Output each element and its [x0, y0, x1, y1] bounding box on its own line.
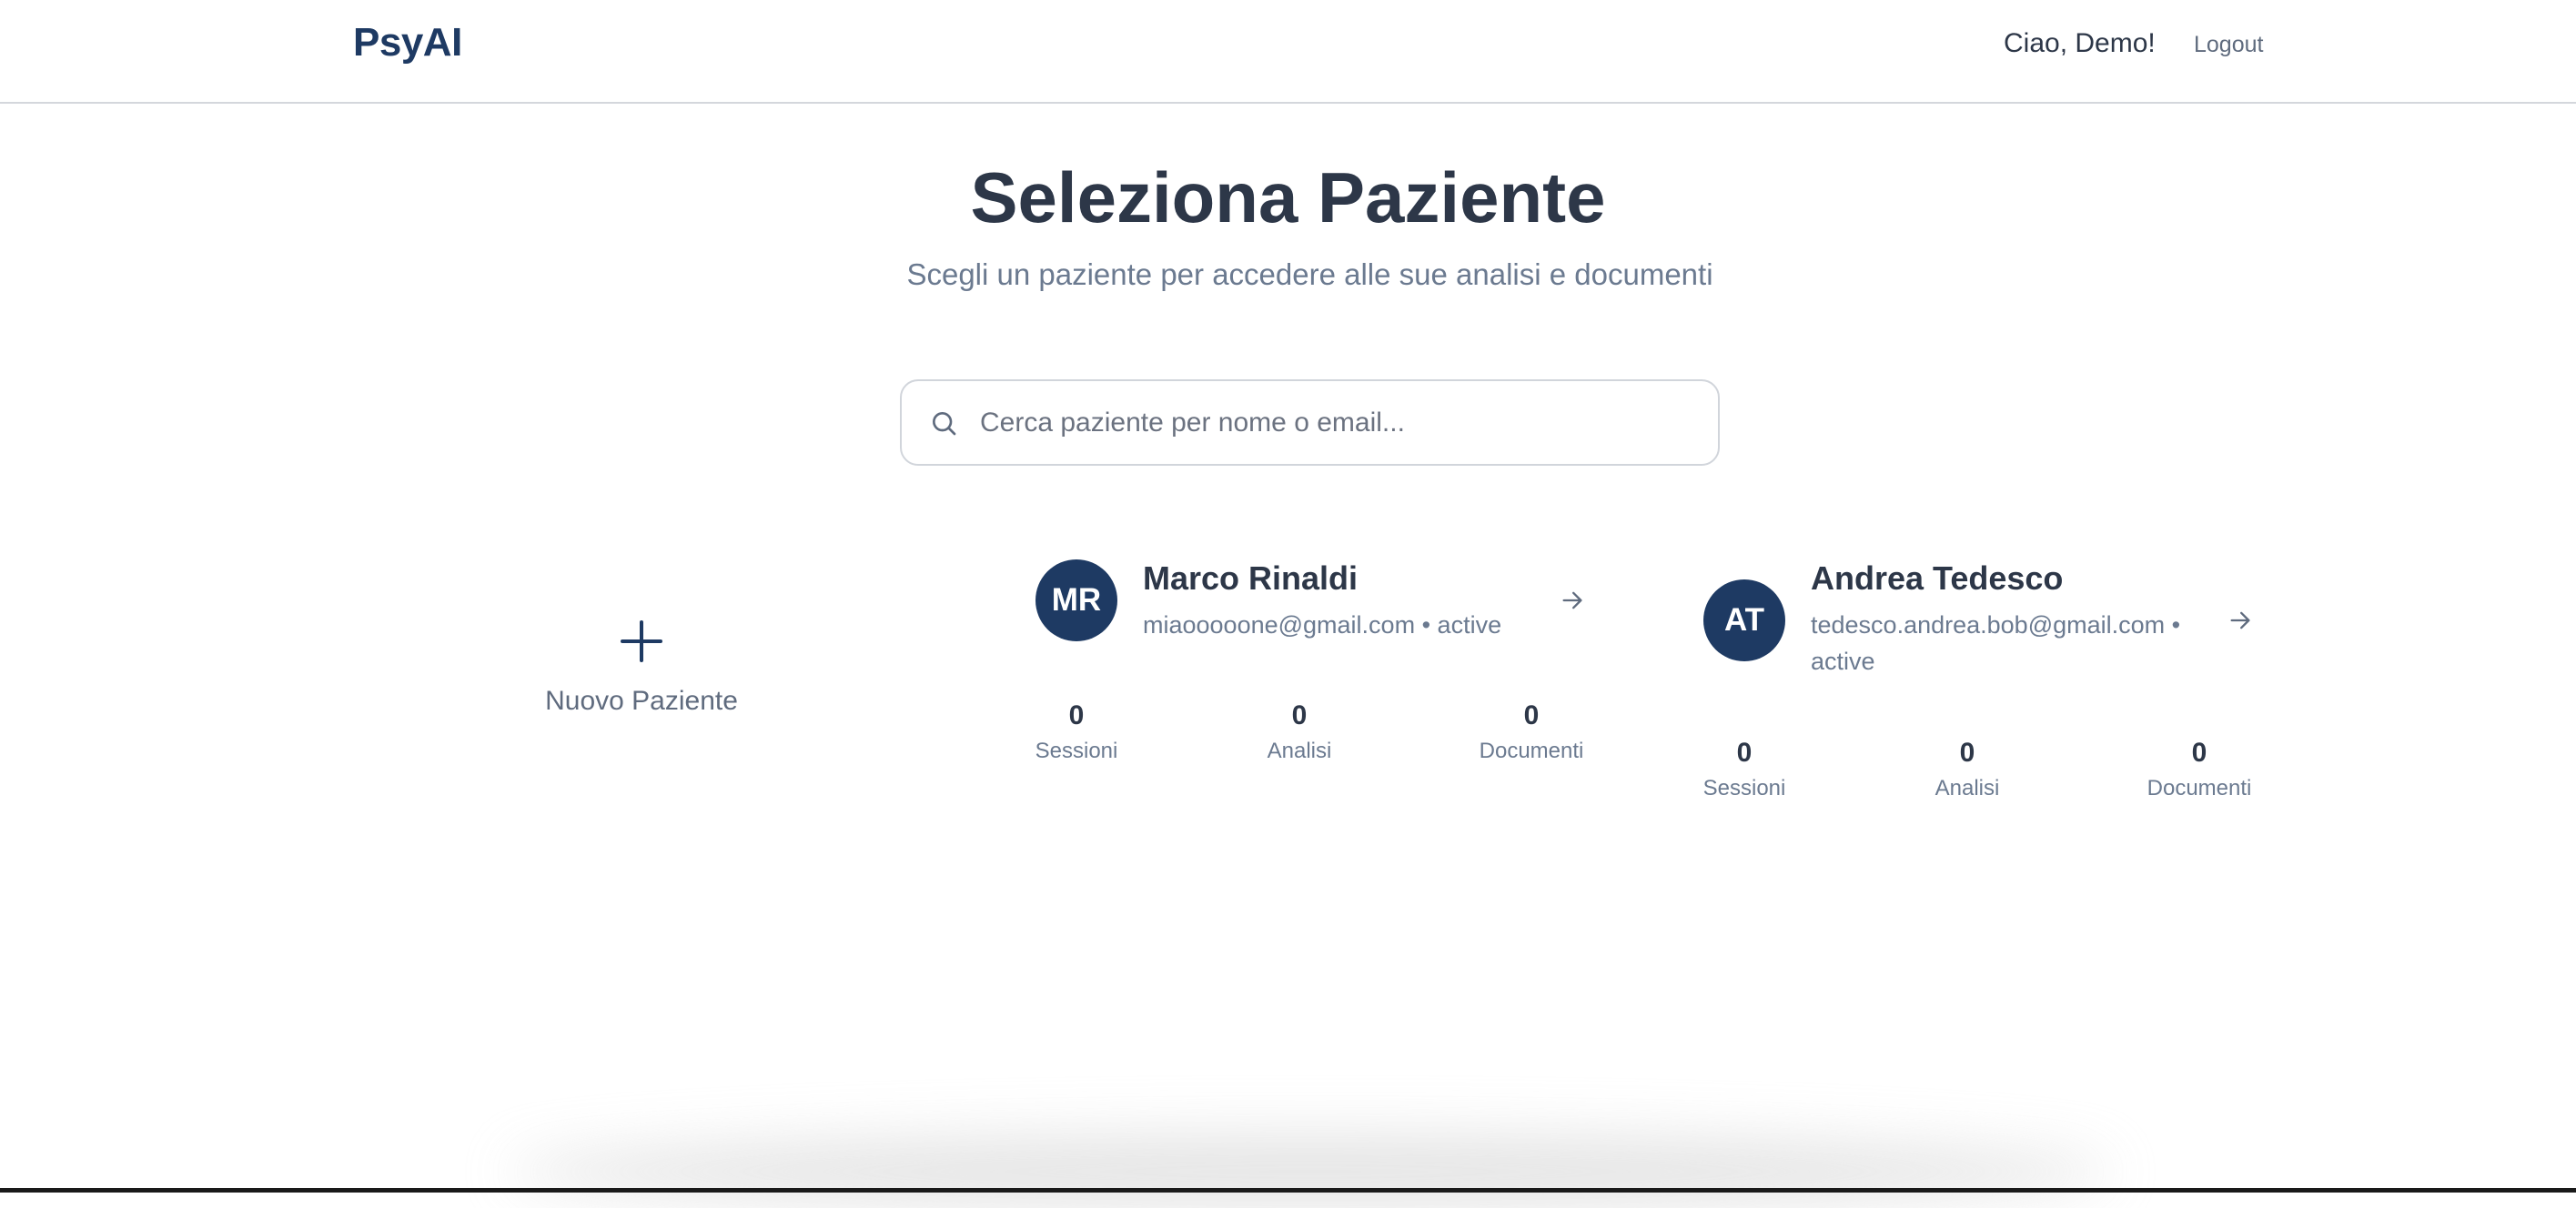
patient-meta: miaooooone@gmail.com • active [1143, 607, 1543, 643]
stat-sessioni: 0 Sessioni [1026, 700, 1126, 764]
stat-value: 0 [1068, 700, 1085, 730]
page-subtitle: Scegli un paziente per accedere alle sue… [906, 257, 1713, 291]
user-greeting: Ciao, Demo! [2004, 28, 2156, 58]
stat-value: 0 [1959, 738, 1975, 768]
avatar: AT [1703, 579, 1785, 661]
top-header: PsyAI Ciao, Demo! Logout [0, 0, 2576, 104]
patient-email: miaooooone@gmail.com [1143, 611, 1416, 639]
window-bottom-edge [0, 1188, 2576, 1193]
patient-card[interactable]: MR Marco Rinaldi miaooooone@gmail.com • … [1035, 559, 1600, 769]
stat-analisi: 0 Analisi [1917, 738, 2017, 801]
patient-name: Marco Rinaldi [1143, 559, 1359, 597]
stat-label: Documenti [1479, 739, 1584, 763]
patient-name: Andrea Tedesco [1811, 559, 2064, 597]
search-input[interactable] [980, 381, 1699, 464]
meta-separator: • [1421, 611, 1431, 639]
stat-documenti: 0 Documenti [2140, 738, 2258, 801]
patient-card[interactable]: AT Andrea Tedesco tedesco.andrea.bob@gma… [1703, 559, 2268, 810]
stat-value: 0 [2191, 738, 2207, 768]
patient-status: active [1437, 611, 1502, 639]
meta-separator: • [2171, 611, 2181, 639]
bottom-shadow [510, 1135, 2111, 1208]
stat-analisi: 0 Analisi [1249, 700, 1349, 764]
stat-label: Analisi [1267, 739, 1332, 763]
new-patient-label: Nuovo Paziente [545, 686, 738, 716]
app-logo[interactable]: PsyAI [353, 20, 462, 65]
stat-value: 0 [1291, 700, 1308, 730]
stat-label: Sessioni [1035, 739, 1118, 763]
stat-value: 0 [1736, 738, 1753, 768]
stat-label: Analisi [1935, 776, 2000, 800]
patient-status: active [1811, 648, 1875, 675]
patient-meta: tedesco.andrea.bob@gmail.com • active [1811, 607, 2211, 680]
avatar: MR [1035, 559, 1117, 641]
plus-icon [621, 620, 662, 662]
arrow-right-icon[interactable] [2227, 608, 2253, 633]
arrow-right-icon[interactable] [1560, 588, 1585, 613]
stat-label: Sessioni [1702, 776, 1786, 800]
search-box[interactable] [900, 379, 1720, 466]
stat-value: 0 [1523, 700, 1540, 730]
page-title: Seleziona Paziente [970, 157, 1606, 237]
stat-label: Documenti [2147, 776, 2252, 800]
stat-documenti: 0 Documenti [1472, 700, 1591, 764]
logout-button[interactable]: Logout [2194, 32, 2263, 58]
search-icon [933, 412, 956, 436]
patient-email: tedesco.andrea.bob@gmail.com [1811, 611, 2166, 639]
stat-sessioni: 0 Sessioni [1694, 738, 1794, 801]
new-patient-button[interactable]: Nuovo Paziente [500, 619, 783, 746]
